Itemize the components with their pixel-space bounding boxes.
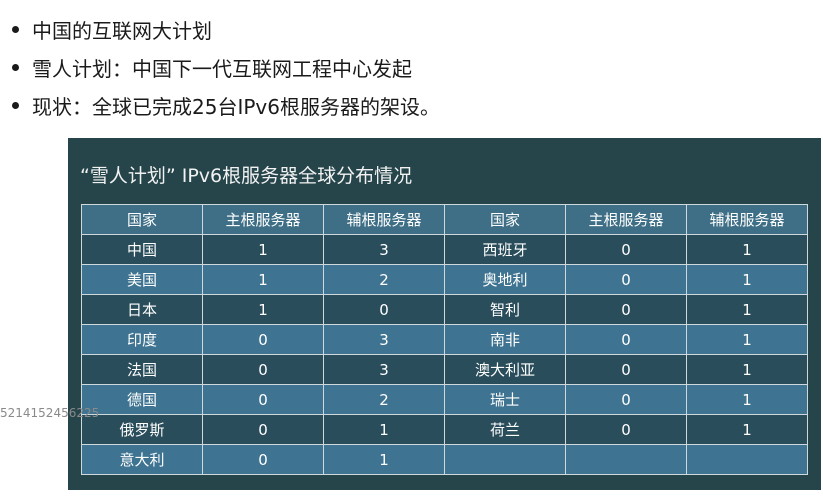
table-title: “雪人计划” IPv6根服务器全球分布情况 [80,165,413,187]
table-cell: 日本 [82,295,202,324]
table-row: 德国 0 2 瑞士 0 1 [82,385,807,414]
table-cell: 意大利 [82,445,202,474]
header-secondary-servers: 辅根服务器 [687,205,807,234]
table-cell: 0 [566,295,686,324]
table-cell: 荷兰 [445,415,565,444]
table-cell [687,445,807,474]
table-cell: 1 [687,295,807,324]
table-cell: 0 [203,415,323,444]
table-cell: 1 [324,415,444,444]
header-country: 国家 [445,205,565,234]
table-cell: 3 [324,355,444,384]
table-cell: 西班牙 [445,235,565,264]
table-cell: 澳大利亚 [445,355,565,384]
table-cell: 0 [566,325,686,354]
bullet-dot-icon [12,63,19,71]
table-cell: 2 [324,265,444,294]
table-cell [566,445,686,474]
table-cell: 1 [687,415,807,444]
table-cell: 0 [566,235,686,264]
table-cell: 1 [687,355,807,384]
table-cell: 1 [687,385,807,414]
table-cell: 0 [566,265,686,294]
root-server-table: 国家 主根服务器 辅根服务器 国家 主根服务器 辅根服务器 中国 1 3 西班牙… [81,204,808,475]
table-cell: 南非 [445,325,565,354]
distribution-panel: “雪人计划” IPv6根服务器全球分布情况 国家 主根服务器 辅根服务器 国家 … [68,138,821,490]
header-country: 国家 [82,205,202,234]
header-secondary-servers: 辅根服务器 [324,205,444,234]
bullet-item: 雪人计划：中国下一代互联网工程中心发起 [12,48,440,86]
table-cell: 1 [203,235,323,264]
table-cell: 0 [566,415,686,444]
table-cell: 0 [203,355,323,384]
table-cell: 0 [566,385,686,414]
table-row: 中国 1 3 西班牙 0 1 [82,235,807,264]
table-cell: 0 [203,445,323,474]
table-cell: 德国 [82,385,202,414]
bullet-item: 中国的互联网大计划 [12,10,440,48]
table-cell: 1 [687,265,807,294]
table-cell: 美国 [82,265,202,294]
table-cell: 中国 [82,235,202,264]
table-cell: 俄罗斯 [82,415,202,444]
table-cell: 0 [566,355,686,384]
bullet-text: 现状：全球已完成25台IPv6根服务器的架设。 [32,94,440,119]
table-cell: 1 [203,295,323,324]
header-primary-servers: 主根服务器 [203,205,323,234]
table-cell: 0 [324,295,444,324]
table-cell: 1 [687,325,807,354]
table-cell: 1 [687,235,807,264]
table-cell: 0 [203,385,323,414]
table-cell: 1 [324,445,444,474]
table-cell: 0 [203,325,323,354]
table-cell: 瑞士 [445,385,565,414]
table-cell [445,445,565,474]
table-cell: 3 [324,325,444,354]
table-row: 日本 1 0 智利 0 1 [82,295,807,324]
bullet-dot-icon [12,101,19,109]
bullet-text: 雪人计划：中国下一代互联网工程中心发起 [32,56,412,81]
table-cell: 3 [324,235,444,264]
watermark-id: 5214152456225 [0,406,100,420]
table-row: 意大利 0 1 [82,445,807,474]
bullet-item: 现状：全球已完成25台IPv6根服务器的架设。 [12,86,440,124]
table-row: 印度 0 3 南非 0 1 [82,325,807,354]
header-primary-servers: 主根服务器 [566,205,686,234]
bullet-list: 中国的互联网大计划 雪人计划：中国下一代互联网工程中心发起 现状：全球已完成25… [12,10,440,124]
table-row: 法国 0 3 澳大利亚 0 1 [82,355,807,384]
table-header-row: 国家 主根服务器 辅根服务器 国家 主根服务器 辅根服务器 [82,205,807,234]
table-cell: 智利 [445,295,565,324]
table-cell: 法国 [82,355,202,384]
table-cell: 印度 [82,325,202,354]
bullet-text: 中国的互联网大计划 [32,18,212,43]
bullet-dot-icon [12,25,19,33]
table-cell: 2 [324,385,444,414]
table-cell: 1 [203,265,323,294]
table-row: 俄罗斯 0 1 荷兰 0 1 [82,415,807,444]
table-row: 美国 1 2 奥地利 0 1 [82,265,807,294]
table-cell: 奥地利 [445,265,565,294]
